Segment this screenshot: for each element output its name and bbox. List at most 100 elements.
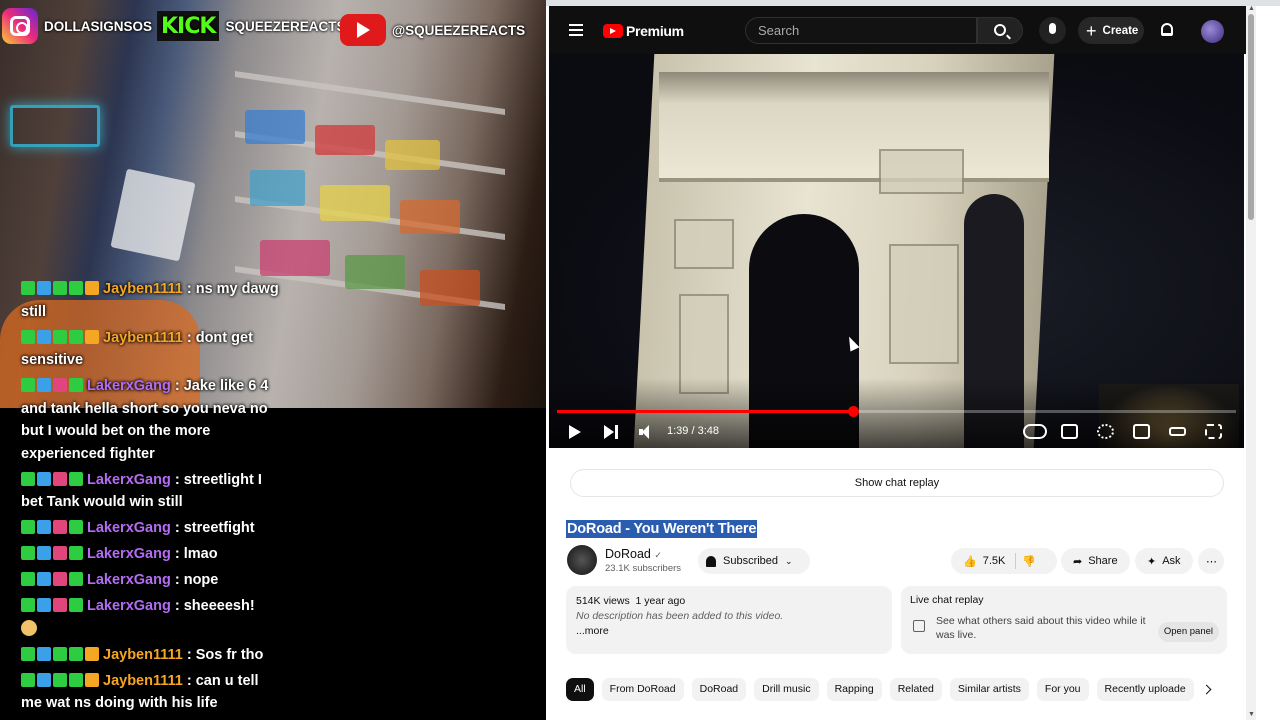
chat-badges <box>21 572 83 586</box>
create-button[interactable]: + Create <box>1078 17 1144 44</box>
chip-0[interactable]: All <box>566 678 594 701</box>
share-icon: ➦ <box>1073 555 1083 568</box>
progress-scrubber[interactable] <box>848 406 860 417</box>
search-input[interactable]: Search <box>745 17 977 44</box>
like-dislike-group: 👍 7.5K 👎 <box>951 548 1057 574</box>
settings-gear-icon[interactable] <box>1097 424 1114 439</box>
badge-icon <box>37 598 51 612</box>
thumbs-down-icon[interactable]: 👎 <box>1022 555 1036 568</box>
scrollbar-thumb[interactable] <box>1248 14 1254 220</box>
description-text: No description has been added to this vi… <box>576 610 784 622</box>
scroll-up-icon[interactable]: ▲ <box>1248 5 1255 12</box>
verified-icon: ✓ <box>654 550 662 560</box>
progress-bar[interactable] <box>557 406 1236 417</box>
miniplayer-icon[interactable] <box>1133 424 1150 439</box>
badge-icon <box>69 471 83 486</box>
chat-badges <box>21 546 83 560</box>
chat-text: streetfight <box>183 520 255 536</box>
progress-fill <box>557 410 854 413</box>
youtube-header: Premium Search + Create <box>549 6 1247 54</box>
chat-message: Jayben1111 : dont get sensitive <box>21 329 253 368</box>
chat-username: Jayben1111 <box>103 329 183 346</box>
badge-icon <box>37 646 51 661</box>
badge-icon <box>53 378 67 392</box>
fullscreen-icon[interactable] <box>1205 424 1222 439</box>
chat-badges <box>21 471 83 486</box>
chat-text: Sos fr tho <box>195 646 264 663</box>
open-panel-button[interactable]: Open panel <box>1157 622 1219 642</box>
chip-1[interactable]: From DoRoad <box>601 678 684 701</box>
badge-icon <box>37 546 51 560</box>
badge-icon <box>37 471 51 486</box>
description-box[interactable]: 514K views 1 year ago No description has… <box>566 586 892 654</box>
badge-icon <box>21 378 35 392</box>
volume-icon[interactable] <box>639 425 653 439</box>
chip-5[interactable]: Related <box>889 678 942 701</box>
play-icon[interactable] <box>569 425 581 439</box>
search-button[interactable] <box>977 17 1023 44</box>
badge-icon <box>21 520 35 534</box>
chip-4[interactable]: Rapping <box>826 678 882 701</box>
badge-icon <box>21 646 35 661</box>
chat-message: LakerxGang : nope <box>21 569 281 592</box>
badge-icon <box>37 378 51 392</box>
voice-search-button[interactable] <box>1039 17 1066 44</box>
scroll-down-icon[interactable]: ▼ <box>1248 711 1255 718</box>
badge-icon <box>69 281 83 295</box>
ask-button[interactable]: ✦ Ask <box>1135 548 1193 574</box>
badge-icon <box>85 329 99 344</box>
chip-3[interactable]: Drill music <box>754 678 819 701</box>
like-count[interactable]: 7.5K <box>983 555 1006 567</box>
chat-icon <box>913 620 925 632</box>
live-chat-replay-box: Live chat replay See what others said ab… <box>901 586 1227 654</box>
chat-username: LakerxGang <box>87 471 171 488</box>
chat-username: LakerxGang <box>87 378 171 394</box>
chat-username: Jayben1111 <box>103 646 183 663</box>
more-actions-button[interactable]: ⋯ <box>1198 548 1224 574</box>
account-avatar[interactable] <box>1201 20 1224 43</box>
channel-name[interactable]: DoRoad ✓ <box>605 547 662 561</box>
youtube-icon <box>340 14 386 46</box>
kick-icon: KICK <box>157 11 220 41</box>
show-chat-replay-button[interactable]: Show chat replay <box>570 469 1224 497</box>
captions-icon[interactable] <box>1061 424 1078 439</box>
emoji-icon <box>21 619 37 636</box>
badge-icon <box>69 520 83 534</box>
scrollbar[interactable]: ▲ ▼ <box>1246 5 1256 720</box>
chip-7[interactable]: For you <box>1036 678 1089 701</box>
more-icon: ⋯ <box>1206 555 1217 568</box>
chat-text: sheeeesh! <box>183 598 255 614</box>
chat-message: LakerxGang : streetfight <box>21 517 281 540</box>
time-display: 1:39 / 3:48 <box>667 425 719 437</box>
badge-icon <box>69 646 83 661</box>
chevron-right-icon[interactable] <box>1201 684 1212 695</box>
chat-username: Jayben1111 <box>103 281 183 297</box>
share-button[interactable]: ➦ Share <box>1061 548 1130 574</box>
more-link[interactable]: ...more <box>576 624 882 639</box>
chat-message: Jayben1111 : Sos fr tho <box>21 644 281 667</box>
badge-icon <box>53 646 67 661</box>
autoplay-toggle[interactable] <box>1023 424 1047 439</box>
subscriber-count: 23.1K subscribers <box>605 563 682 574</box>
channel-avatar[interactable] <box>567 545 597 575</box>
chip-2[interactable]: DoRoad <box>691 678 747 701</box>
chip-6[interactable]: Similar artists <box>949 678 1029 701</box>
thumbs-up-icon[interactable]: 👍 <box>963 555 977 568</box>
badge-icon <box>21 329 35 344</box>
video-player[interactable]: 1:39 / 3:48 <box>549 54 1244 448</box>
next-icon[interactable] <box>604 425 618 439</box>
badge-icon <box>69 672 83 687</box>
notifications-icon[interactable] <box>1161 23 1173 36</box>
theater-mode-icon[interactable] <box>1169 427 1186 436</box>
chat-message: LakerxGang : Jake like 6 4 and tank hell… <box>21 378 269 462</box>
youtube-handle: @SQUEEZEREACTS <box>340 14 525 46</box>
subscribed-button[interactable]: Subscribed ⌄ <box>698 548 810 574</box>
plus-icon: + <box>1086 20 1097 41</box>
youtube-logo[interactable]: Premium <box>603 23 684 39</box>
badge-icon <box>85 672 99 687</box>
chip-8[interactable]: Recently uploade <box>1096 678 1194 701</box>
badge-icon <box>21 281 35 295</box>
upload-age: 1 year ago <box>635 595 686 607</box>
menu-icon[interactable] <box>569 24 583 36</box>
chat-badges <box>21 646 99 661</box>
